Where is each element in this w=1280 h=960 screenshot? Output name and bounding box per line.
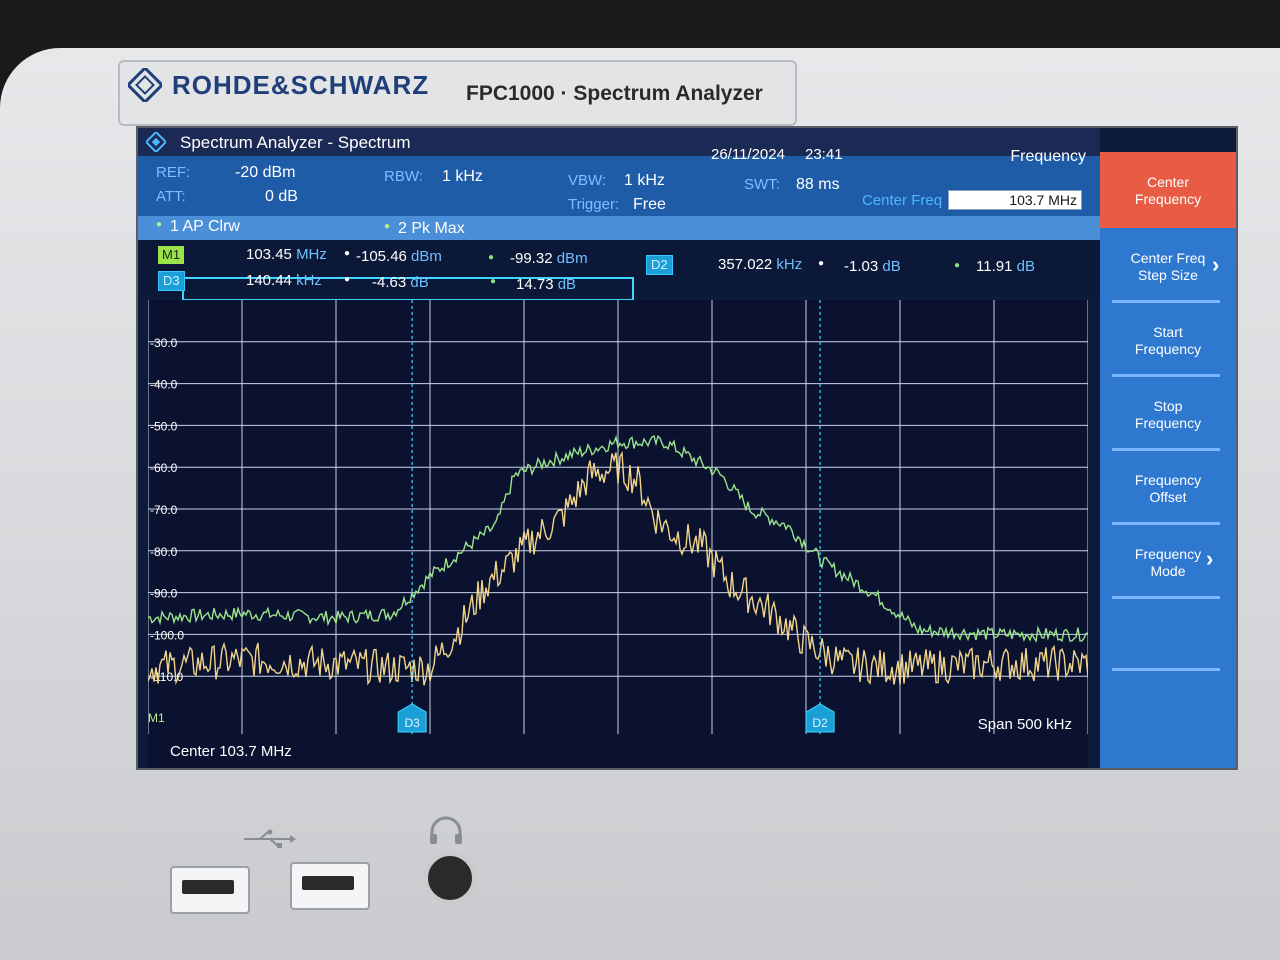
rohde-schwarz-logo-icon — [128, 68, 162, 102]
y-tick-label: -40.0 — [150, 378, 178, 392]
usb-port-2 — [290, 862, 370, 910]
y-tick-label: -100.0 — [150, 628, 184, 642]
ref-label: REF: — [156, 164, 191, 181]
marker-d2-flag[interactable]: D2 — [805, 703, 835, 733]
softkey-divider — [1112, 522, 1220, 525]
rbw-label: RBW: — [384, 168, 423, 185]
chevron-right-icon: › — [1206, 546, 1214, 571]
marker-d2-flag-label: D2 — [812, 716, 828, 730]
m1-dot-icon: ● — [344, 248, 351, 259]
app-logo-icon — [146, 132, 166, 152]
parameter-bar: REF: -20 dBm ATT: 0 dB RBW: 1 kHz VBW: 1… — [138, 156, 856, 216]
center-freq-label: Center Freq — [862, 192, 943, 209]
softkey-stop-frequency[interactable]: Stop Frequency — [1100, 398, 1236, 432]
y-tick-label: -50.0 — [150, 419, 178, 433]
time-readout: 23:41 — [805, 146, 843, 163]
trace2-dot-icon: ● — [384, 221, 391, 232]
app-title: Spectrum Analyzer - Spectrum — [180, 133, 411, 152]
y-tick-label: -80.0 — [150, 545, 178, 559]
d2-level-trace2: 11.91 dB — [976, 258, 1035, 275]
softkey-center-frequency[interactable]: Center Frequency — [1100, 174, 1236, 208]
center-readout: Center 103.7 MHz — [170, 743, 292, 760]
date-readout: 26/11/2024 — [711, 146, 785, 163]
plot-footer: Center 103.7 MHz Span 500 kHz — [148, 716, 1088, 768]
d3-dot-icon: ● — [344, 274, 351, 285]
marker-m1-edge-label: M1 — [148, 711, 165, 725]
trigger-label: Trigger: — [568, 196, 620, 213]
marker-d2-tag[interactable]: D2 — [646, 255, 673, 275]
d3-trace2-dot-icon: ● — [490, 276, 497, 287]
y-tick-label: -90.0 — [150, 587, 178, 601]
frequency-heading: Frequency — [1010, 148, 1086, 165]
softkey-divider — [1112, 668, 1220, 671]
usb-port-1 — [170, 866, 250, 914]
spectrum-plot[interactable]: -30.0 -40.0 -50.0 -60.0 -70.0 -80.0 -90.0 -100.… — [148, 300, 1088, 738]
marker-d3-flag-label: D3 — [404, 716, 420, 730]
marker-m1-tag[interactable]: M1 — [158, 246, 185, 264]
d3-frequency: 140.44 kHz — [246, 272, 322, 289]
trace1-dot-icon: ● — [156, 219, 163, 230]
m1-level-trace2: -99.32 dBm — [510, 250, 588, 267]
softkey-divider — [1112, 300, 1220, 303]
d3-level: -4.63 dB — [372, 274, 429, 291]
softkey-divider — [1112, 596, 1220, 599]
chevron-right-icon: › — [1212, 252, 1220, 277]
trace2-label[interactable]: 2 Pk Max — [398, 220, 465, 238]
spectrum-graph[interactable]: -30.0 -40.0 -50.0 -60.0 -70.0 -80.0 -90.0 -100.… — [148, 300, 1088, 738]
device-model: FPC1000 · Spectrum Analyzer — [466, 82, 763, 105]
softkey-frequency-offset[interactable]: Frequency Offset — [1100, 472, 1236, 506]
headphone-jack — [424, 852, 476, 904]
usb-symbol-icon — [244, 829, 296, 848]
center-freq-input[interactable] — [948, 190, 1082, 210]
marker-d3-flag[interactable]: D3 — [397, 703, 427, 733]
analyzer-screen: Spectrum Analyzer - Spectrum REF: -20 dB… — [136, 126, 1238, 770]
span-readout: Span 500 kHz — [977, 716, 1072, 733]
softkey-start-frequency[interactable]: Start Frequency — [1100, 324, 1236, 358]
y-tick-label: -60.0 — [150, 461, 178, 475]
d2-frequency: 357.022 kHz — [718, 256, 803, 273]
rbw-value[interactable]: 1 kHz — [442, 168, 483, 186]
brand-name: ROHDE&SCHWARZ — [172, 70, 430, 100]
y-tick-label: -30.0 — [150, 336, 178, 350]
softkey-panel — [1100, 152, 1236, 768]
softkey-divider — [1112, 448, 1220, 451]
softkey-divider — [1112, 374, 1220, 377]
trace1-label[interactable]: 1 AP Clrw — [170, 218, 240, 236]
ref-value[interactable]: -20 dBm — [235, 164, 295, 182]
m1-frequency: 103.45 MHz — [246, 246, 327, 263]
att-label: ATT: — [156, 188, 186, 205]
vbw-label: VBW: — [568, 172, 607, 189]
swt-label: SWT: — [744, 176, 780, 193]
y-tick-label: -70.0 — [150, 503, 178, 517]
trigger-value[interactable]: Free — [633, 196, 666, 214]
d3-level-trace2: 14.73 dB — [516, 276, 577, 293]
softkey-frequency-mode[interactable]: Frequency Mode — [1100, 546, 1236, 580]
d2-level: -1.03 dB — [844, 258, 901, 275]
vbw-value[interactable]: 1 kHz — [624, 172, 665, 190]
d2-dot-icon: ● — [818, 258, 825, 269]
m1-level: -105.46 dBm — [356, 248, 442, 265]
d2-trace2-dot-icon: ● — [954, 260, 961, 271]
trace-bar: ● 1 AP Clrw ● 2 Pk Max — [138, 216, 1100, 240]
m1-trace2-dot-icon: ● — [488, 252, 495, 263]
swt-value[interactable]: 88 ms — [796, 176, 840, 194]
att-value[interactable]: 0 dB — [265, 188, 298, 206]
marker-d3-tag[interactable]: D3 — [158, 271, 185, 291]
headphones-icon — [430, 816, 462, 844]
